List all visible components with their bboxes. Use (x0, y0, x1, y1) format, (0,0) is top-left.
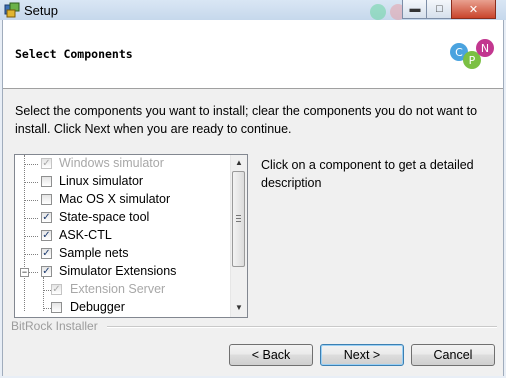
tree-item-mac-os-x-simulator[interactable]: Mac OS X simulator (15, 191, 229, 209)
tree-item-linux-simulator[interactable]: Linux simulator (15, 173, 229, 191)
scroll-thumb[interactable] (232, 171, 245, 267)
component-label: Debugger (70, 300, 125, 314)
tree-item-state-space-tool[interactable]: ✓ State-space tool (15, 209, 229, 227)
component-label: Simulator Extensions (59, 264, 177, 278)
header-band: Select Components C P N (3, 20, 503, 89)
logo-letter-p: P (469, 54, 476, 67)
thumb-grip (236, 215, 241, 216)
component-label: State-space tool (59, 210, 150, 224)
component-checkbox[interactable] (51, 302, 62, 313)
tree-scrollbar[interactable]: ▲ ▼ (230, 155, 247, 317)
setup-app-icon (4, 2, 20, 18)
scroll-up-arrow-icon[interactable]: ▲ (234, 158, 244, 168)
close-button[interactable]: ✕ (451, 0, 496, 19)
window-title: Setup (24, 3, 58, 18)
thumb-grip (236, 221, 241, 222)
component-checkbox[interactable]: ✓ (41, 212, 52, 223)
minimize-button[interactable]: ▬ (402, 0, 428, 19)
installer-dialog: Select Components C P N Select the compo… (2, 20, 504, 376)
scroll-down-arrow-icon[interactable]: ▼ (234, 303, 244, 313)
maximize-icon: □ (436, 3, 443, 15)
component-checkbox[interactable]: ✓ (41, 248, 52, 259)
component-checkbox[interactable]: ✓ (41, 266, 52, 277)
background-blur (370, 4, 386, 20)
component-label: Mac OS X simulator (59, 192, 171, 206)
component-checkbox[interactable] (41, 194, 52, 205)
component-checkbox[interactable]: ✓ (41, 158, 52, 169)
component-checkbox[interactable] (41, 176, 52, 187)
cpn-logo: C P N (450, 39, 494, 69)
next-button[interactable]: Next > (320, 344, 404, 366)
component-label: Linux simulator (59, 174, 144, 188)
page-title: Select Components (15, 47, 133, 61)
maximize-button[interactable]: □ (426, 0, 453, 19)
logo-letter-n: N (481, 42, 489, 55)
thumb-grip (236, 218, 241, 219)
tree-item-windows-simulator[interactable]: ✓ Windows simulator (15, 155, 229, 173)
close-icon: ✕ (468, 3, 479, 16)
component-label: Sample nets (59, 246, 129, 260)
instructions-text: Select the components you want to instal… (15, 104, 478, 136)
component-label: Extension Server (70, 282, 166, 296)
tree-item-debugger[interactable]: Debugger (15, 299, 229, 317)
component-checkbox[interactable]: ✓ (41, 230, 52, 241)
installer-brand-label: BitRock Installer (11, 319, 102, 333)
tree-item-sample-nets[interactable]: ✓ Sample nets (15, 245, 229, 263)
back-button[interactable]: < Back (229, 344, 313, 366)
tree-item-ask-ctl[interactable]: ✓ ASK-CTL (15, 227, 229, 245)
component-description: Click on a component to get a detailed d… (261, 158, 474, 190)
minimize-icon: ▬ (409, 3, 421, 15)
tree-item-extension-server[interactable]: ✓ Extension Server (15, 281, 229, 299)
component-tree[interactable]: − ✓ Windows simulator Linux simulator Ma… (14, 154, 248, 318)
component-checkbox[interactable]: ✓ (51, 284, 62, 295)
footer-divider (107, 326, 497, 328)
component-label: Windows simulator (59, 156, 164, 170)
cancel-button[interactable]: Cancel (411, 344, 495, 366)
logo-letter-c: C (455, 46, 463, 59)
tree-item-simulator-extensions[interactable]: ✓ Simulator Extensions (15, 263, 229, 281)
title-bar[interactable]: Setup ▬ □ ✕ (0, 0, 506, 20)
component-label: ASK-CTL (59, 228, 112, 242)
